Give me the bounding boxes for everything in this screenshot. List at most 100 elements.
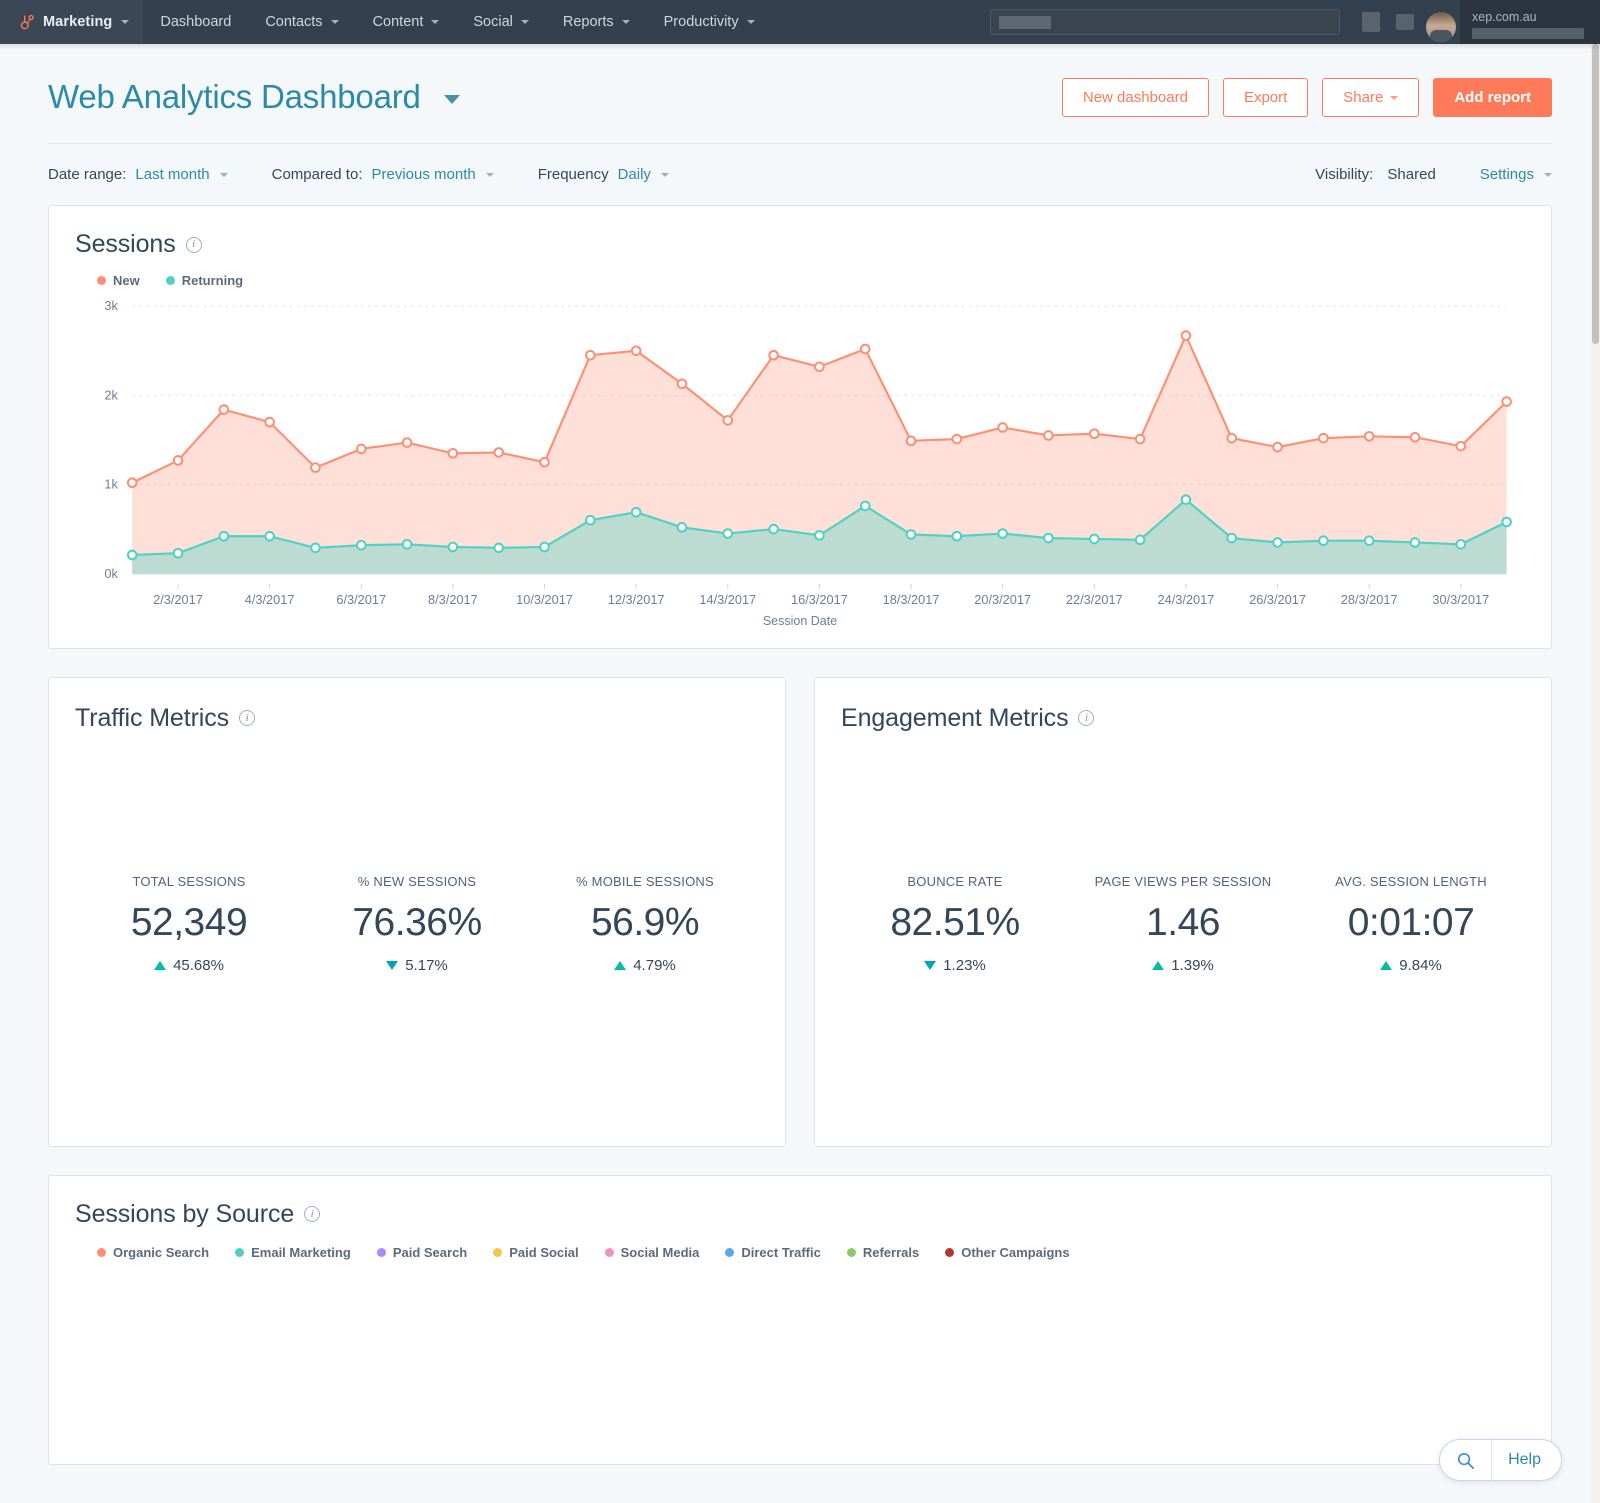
nav-item-dashboard[interactable]: Dashboard [143,0,248,44]
legend-item[interactable]: New [97,273,140,288]
info-icon[interactable]: i [1078,710,1094,726]
share-button[interactable]: Share [1322,78,1419,117]
legend-item[interactable]: Direct Traffic [725,1245,820,1260]
sessions-card-header: Sessions i [75,230,1525,259]
notifications-icon[interactable] [1354,0,1388,44]
sessions-x-axis: 2/3/20174/3/20176/3/20178/3/201710/3/201… [75,584,1525,610]
nav-item-label: Dashboard [160,14,231,30]
svg-text:4/3/2017: 4/3/2017 [245,593,295,607]
export-button[interactable]: Export [1223,78,1308,117]
filter-bar: Date range: Last month Compared to: Prev… [48,144,1552,203]
chevron-down-icon [521,20,529,24]
metric-delta: 45.68% [154,957,224,974]
dashboard-title-menu[interactable]: Web Analytics Dashboard [48,79,460,115]
svg-text:20/3/2017: 20/3/2017 [974,593,1031,607]
metric-value: 1.46 [1069,901,1297,945]
engagement-metrics-grid: BOUNCE RATE82.51%1.23%PAGE VIEWS PER SES… [841,874,1525,975]
metric-delta: 1.39% [1152,957,1214,974]
legend-color-dot [97,276,106,285]
page-scrollbar[interactable] [1591,44,1600,1503]
legend-item[interactable]: Returning [166,273,243,288]
chevron-down-icon [1544,173,1552,177]
legend-item[interactable]: Paid Search [377,1245,467,1260]
chevron-down-icon [220,173,228,177]
compared-to-value: Previous month [372,166,476,183]
nav-item-content[interactable]: Content [356,0,457,44]
legend-item[interactable]: Email Marketing [235,1245,351,1260]
nav-item-reports[interactable]: Reports [546,0,647,44]
frequency-select[interactable]: Daily [618,166,669,183]
sessions-area-chart[interactable]: 0k1k2k3k [75,298,1525,584]
search-icon[interactable] [1440,1439,1492,1481]
date-range-value: Last month [135,166,209,183]
arrow-up-icon [614,961,626,970]
svg-text:1k: 1k [104,477,118,492]
compared-to-label: Compared to: [272,166,363,183]
nav-item-label: Productivity [664,14,739,30]
filter-bar-right: Visibility: Shared Settings [1315,166,1552,183]
date-range-filter: Date range: Last month [48,166,228,183]
nav-item-label: Contacts [265,14,322,30]
compared-to-filter: Compared to: Previous month [272,166,494,183]
nav-item-social[interactable]: Social [456,0,546,44]
nav-item-label: Content [373,14,424,30]
scrollbar-thumb[interactable] [1592,44,1599,344]
legend-item[interactable]: Other Campaigns [945,1245,1069,1260]
info-icon[interactable]: i [239,710,255,726]
legend-label: Paid Social [509,1245,578,1260]
svg-text:10/3/2017: 10/3/2017 [516,593,573,607]
settings-gear-icon[interactable] [1388,0,1422,44]
info-icon[interactable]: i [304,1206,320,1222]
legend-color-dot [493,1248,502,1257]
avatar[interactable] [1422,0,1460,44]
account-menu[interactable]: xep.com.au [1460,0,1600,44]
help-widget[interactable]: Help [1439,1439,1562,1481]
brand-marketing-menu[interactable]: Marketing [0,0,143,44]
new-dashboard-button[interactable]: New dashboard [1062,78,1209,117]
metric-delta-value: 5.17% [405,957,448,974]
traffic-metrics-card: Traffic Metrics i TOTAL SESSIONS52,34945… [48,677,786,1147]
compared-to-select[interactable]: Previous month [372,166,494,183]
svg-text:30/3/2017: 30/3/2017 [1432,593,1489,607]
svg-text:2k: 2k [104,387,118,402]
sessions-by-source-header: Sessions by Source i [75,1200,1525,1229]
metric-tile: PAGE VIEWS PER SESSION1.461.39% [1069,874,1297,975]
chevron-down-icon [444,95,460,104]
metric-tile: % MOBILE SESSIONS56.9%4.79% [531,874,759,975]
redacted-account-detail [1472,28,1584,39]
engagement-metrics-header: Engagement Metrics i [841,704,1525,733]
metric-value: 0:01:07 [1297,901,1525,945]
brand-label: Marketing [43,14,112,30]
legend-item[interactable]: Social Media [605,1245,700,1260]
metric-delta: 1.23% [924,957,986,974]
sessions-x-axis-title: Session Date [75,614,1525,628]
sessions-by-source-title: Sessions by Source [75,1200,294,1229]
svg-text:8/3/2017: 8/3/2017 [428,593,478,607]
info-icon[interactable]: i [186,237,202,253]
add-report-button[interactable]: Add report [1433,78,1552,117]
svg-text:14/3/2017: 14/3/2017 [699,593,756,607]
legend-label: Paid Search [393,1245,467,1260]
metric-tile: BOUNCE RATE82.51%1.23% [841,874,1069,975]
metrics-row: Traffic Metrics i TOTAL SESSIONS52,34945… [48,677,1552,1147]
sessions-by-source-area-chart[interactable]: 3k2k [75,1270,1525,1460]
new-dashboard-label: New dashboard [1083,89,1188,106]
arrow-down-icon [386,961,398,970]
settings-menu[interactable]: Settings [1480,166,1552,183]
metric-delta: 9.84% [1380,957,1442,974]
page-header: Web Analytics Dashboard New dashboard Ex… [48,44,1552,144]
legend-item[interactable]: Organic Search [97,1245,209,1260]
svg-text:26/3/2017: 26/3/2017 [1249,593,1306,607]
legend-label: New [113,273,140,288]
legend-item[interactable]: Referrals [847,1245,919,1260]
legend-label: Email Marketing [251,1245,351,1260]
svg-text:3k: 3k [104,298,118,313]
global-search-input[interactable] [990,9,1340,35]
nav-item-productivity[interactable]: Productivity [647,0,772,44]
legend-item[interactable]: Paid Social [493,1245,578,1260]
export-label: Export [1244,89,1287,106]
date-range-select[interactable]: Last month [135,166,227,183]
visibility-status: Visibility: Shared [1315,166,1436,183]
metric-delta-row: 45.68% [75,945,303,975]
nav-item-contacts[interactable]: Contacts [248,0,355,44]
